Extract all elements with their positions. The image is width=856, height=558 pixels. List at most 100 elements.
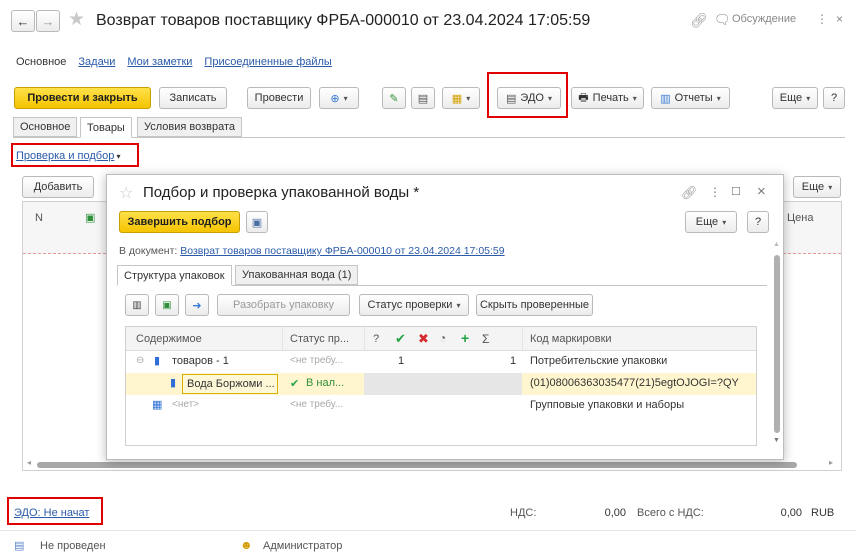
horizontal-scrollbar[interactable]: ◂ ▸ bbox=[23, 458, 841, 470]
document-reference: В документ: Возврат товаров поставщику Ф… bbox=[119, 245, 505, 257]
col-sum: Σ bbox=[482, 332, 490, 346]
forward-button[interactable]: → bbox=[36, 10, 60, 32]
edo-button[interactable]: ▤ ЭДО ▾ bbox=[497, 87, 561, 109]
post-button[interactable]: Провести bbox=[247, 87, 311, 109]
back-button[interactable]: ← bbox=[11, 10, 35, 32]
edit-button[interactable]: ✎ bbox=[382, 87, 406, 109]
table-more-button[interactable]: Еще ▾ bbox=[793, 176, 841, 198]
row-code: Потребительские упаковки bbox=[530, 355, 668, 367]
nav-files[interactable]: Присоединенные файлы bbox=[204, 56, 331, 70]
table-row[interactable]: ▦ <нет> <не требу... Групповые упаковки … bbox=[126, 395, 756, 417]
clock-icon: ◔ bbox=[439, 331, 447, 345]
scroll-down-icon[interactable]: ▼ bbox=[773, 437, 780, 444]
more-button[interactable]: Еще ▾ bbox=[772, 87, 818, 109]
hide-checked-button[interactable]: Скрыть проверенные bbox=[476, 294, 593, 316]
vat-label: НДС: bbox=[510, 507, 537, 519]
dialog-link-icon[interactable]: 🔗︎ bbox=[681, 185, 698, 201]
dialog-close-icon[interactable]: × bbox=[757, 183, 766, 200]
close-icon[interactable]: × bbox=[836, 12, 843, 26]
help-button[interactable]: ? bbox=[823, 87, 845, 109]
post-and-close-button[interactable]: Провести и закрыть bbox=[14, 87, 151, 109]
tabs-baseline bbox=[13, 137, 845, 138]
row-code: Групповые упаковки и наборы bbox=[530, 399, 685, 411]
unpack-button[interactable]: Разобрать упаковку bbox=[217, 294, 350, 316]
post-state: Не проведен bbox=[40, 540, 106, 552]
more-vert-icon[interactable]: ⋮ bbox=[816, 12, 828, 26]
dialog-more-button[interactable]: Еще ▾ bbox=[685, 211, 737, 233]
scroll-left-icon[interactable]: ◂ bbox=[27, 458, 31, 467]
dialog-maximize-icon[interactable]: ☐ bbox=[731, 185, 741, 198]
favorite-star-icon[interactable]: ★ bbox=[68, 8, 85, 31]
add-row-button[interactable]: Добавить bbox=[22, 176, 94, 198]
row-content-editor[interactable]: Вода Боржоми ... bbox=[182, 374, 278, 394]
row-status: В нал... bbox=[306, 377, 345, 389]
tsd-button[interactable]: ▣ bbox=[155, 294, 179, 316]
check-status-button[interactable]: Статус проверки ▾ bbox=[359, 294, 469, 316]
nav-tasks[interactable]: Задачи bbox=[78, 56, 115, 70]
tab-packed-water[interactable]: Упакованная вода (1) bbox=[235, 265, 359, 285]
tab-main[interactable]: Основное bbox=[13, 117, 78, 137]
finish-pick-button[interactable]: Завершить подбор bbox=[119, 211, 240, 233]
scroll-right-icon[interactable]: ▸ bbox=[829, 458, 833, 467]
user-icon: ☻ bbox=[240, 538, 253, 552]
header-divider-3 bbox=[522, 327, 523, 351]
row-content: товаров - 1 bbox=[172, 355, 229, 367]
link-icon[interactable]: 🔗︎ bbox=[690, 12, 708, 29]
row-content: <нет> bbox=[172, 399, 200, 410]
tab-return-conditions[interactable]: Условия возврата bbox=[137, 117, 243, 137]
cross-icon: ✖ bbox=[418, 331, 429, 346]
scroll-up-icon[interactable]: ▲ bbox=[773, 241, 780, 248]
row-status: <не требу... bbox=[290, 355, 344, 366]
row-status: <не требу... bbox=[290, 399, 344, 410]
col-status: Статус пр... bbox=[290, 333, 350, 345]
row-count: 1 bbox=[398, 355, 405, 367]
window-title: Возврат товаров поставщику ФРБА-000010 о… bbox=[96, 12, 591, 29]
tab-goods[interactable]: Товары bbox=[80, 117, 132, 138]
save-button[interactable]: Записать bbox=[159, 87, 227, 109]
table-row[interactable]: ⊖ ▮ товаров - 1 <не требу... 1 1 Потреби… bbox=[126, 351, 756, 373]
dialog-save-button[interactable]: ▣ bbox=[246, 211, 268, 233]
scan-button[interactable]: ▥ bbox=[125, 294, 149, 316]
arrow-right-icon: → bbox=[41, 13, 55, 29]
reports-icon: ▥ bbox=[660, 92, 671, 105]
check-and-pick-link[interactable]: Проверка и подбор ▾ bbox=[16, 150, 121, 162]
edo-status-link[interactable]: ЭДО: Не начат bbox=[14, 507, 89, 519]
dialog-help-button[interactable]: ? bbox=[747, 211, 769, 233]
user-name: Администратор bbox=[263, 540, 343, 552]
currency: RUB bbox=[811, 507, 835, 519]
nav-notes[interactable]: Мои заметки bbox=[127, 56, 192, 70]
arrow-turn-icon: ➜ bbox=[192, 299, 202, 312]
document-status-icon: ▤ bbox=[14, 540, 25, 552]
col-n: N bbox=[35, 212, 43, 224]
print-button[interactable]: 🖶︎ Печать ▾ bbox=[571, 87, 644, 109]
dialog-more-vert-icon[interactable]: ⋮ bbox=[709, 185, 721, 199]
title-bar: ← → ★ Возврат товаров поставщику ФРБА-00… bbox=[0, 0, 856, 40]
floppy-icon: ▣ bbox=[251, 216, 263, 229]
printer-icon: 🖶︎ bbox=[578, 91, 589, 104]
header-divider-2 bbox=[364, 327, 365, 351]
total-value: 0,00 bbox=[780, 507, 802, 519]
collapse-icon[interactable]: ⊖ bbox=[136, 355, 144, 366]
document-link[interactable]: Возврат товаров поставщику ФРБА-000010 о… bbox=[180, 245, 504, 257]
create-based-button[interactable]: ⊕ ▾ bbox=[319, 87, 359, 109]
reports-button[interactable]: ▥ Отчеты ▾ bbox=[651, 87, 730, 109]
dialog-star-icon[interactable]: ☆ bbox=[119, 183, 133, 203]
bottle-icon: ▮ bbox=[154, 355, 161, 367]
col-question: ? bbox=[373, 333, 380, 345]
row-sum: 1 bbox=[510, 355, 517, 367]
attach-button[interactable]: ▦ ▾ bbox=[442, 87, 480, 109]
dialog-vertical-scrollbar[interactable]: ▲ ▼ bbox=[773, 241, 781, 451]
arrow-left-icon: ← bbox=[16, 13, 30, 29]
scrollbar-thumb[interactable] bbox=[37, 462, 797, 468]
discussion-icon[interactable]: 🗨︎ bbox=[714, 12, 731, 28]
total-label: Всего с НДС: bbox=[637, 507, 704, 519]
tab-package-structure[interactable]: Структура упаковок bbox=[117, 265, 232, 286]
scrollbar-thumb[interactable] bbox=[774, 255, 780, 433]
nav-main[interactable]: Основное bbox=[16, 56, 66, 70]
row-code: (01)08006363035477(21)5egtOJOGI=?QY bbox=[530, 377, 739, 389]
discussion-link[interactable]: Обсуждение bbox=[732, 13, 796, 25]
next-button[interactable]: ➜ bbox=[185, 294, 209, 316]
journal-button[interactable]: ▤ bbox=[411, 87, 435, 109]
table-row-selected[interactable]: ▮ Вода Боржоми ... ✔ В нал... (01)080063… bbox=[126, 373, 756, 395]
col-marking-code: Код маркировки bbox=[530, 333, 612, 345]
